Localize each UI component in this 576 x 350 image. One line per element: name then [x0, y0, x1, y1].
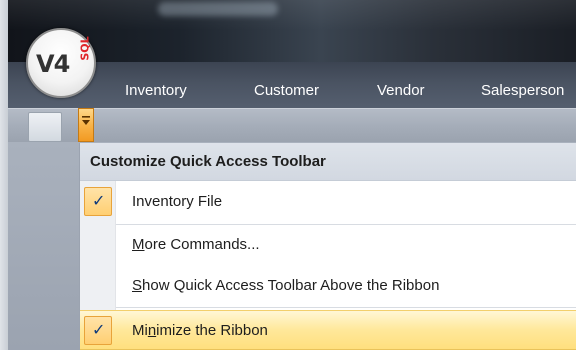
- glass-reflection: [158, 2, 278, 16]
- menu-item-label: More Commands...: [132, 236, 260, 253]
- menu-item-label: Minimize the Ribbon: [132, 322, 268, 339]
- menu-item-show-qat-above-ribbon[interactable]: Show Quick Access Toolbar Above the Ribb…: [80, 267, 576, 305]
- window-left-border: [0, 0, 8, 350]
- app-logo-button[interactable]: V4 SQL: [26, 28, 96, 98]
- checkmark-icon: ✓: [84, 187, 112, 216]
- tab-vendor[interactable]: Vendor: [377, 82, 425, 99]
- menu-item-inventory-file[interactable]: ✓ Inventory File: [80, 183, 576, 221]
- logo-sql-text: SQL: [78, 36, 92, 61]
- tab-customer[interactable]: Customer: [254, 82, 319, 99]
- tab-inventory[interactable]: Inventory: [125, 82, 187, 99]
- chevron-down-icon: [82, 116, 90, 125]
- menu-separator: [116, 307, 576, 308]
- menu-header: Customize Quick Access Toolbar: [80, 143, 576, 181]
- customize-qat-dropdown-button[interactable]: [78, 108, 94, 142]
- menu-header-title: Customize Quick Access Toolbar: [90, 153, 326, 170]
- inventory-file-button[interactable]: [28, 112, 62, 142]
- logo-text: V4: [36, 50, 70, 78]
- menu-separator: [116, 224, 576, 225]
- application-window: Inventory Customer Vendor Salesperson V4…: [0, 0, 576, 350]
- customize-qat-menu: Customize Quick Access Toolbar ✓ Invento…: [79, 143, 576, 350]
- tab-salesperson[interactable]: Salesperson: [481, 82, 564, 99]
- menu-item-label: Inventory File: [132, 193, 223, 210]
- checkmark-icon: ✓: [84, 316, 112, 345]
- menu-item-more-commands[interactable]: More Commands...: [80, 226, 576, 264]
- menu-item-minimize-ribbon[interactable]: ✓ Minimize the Ribbon: [80, 310, 576, 350]
- menu-item-label: Show Quick Access Toolbar Above the Ribb…: [132, 277, 440, 294]
